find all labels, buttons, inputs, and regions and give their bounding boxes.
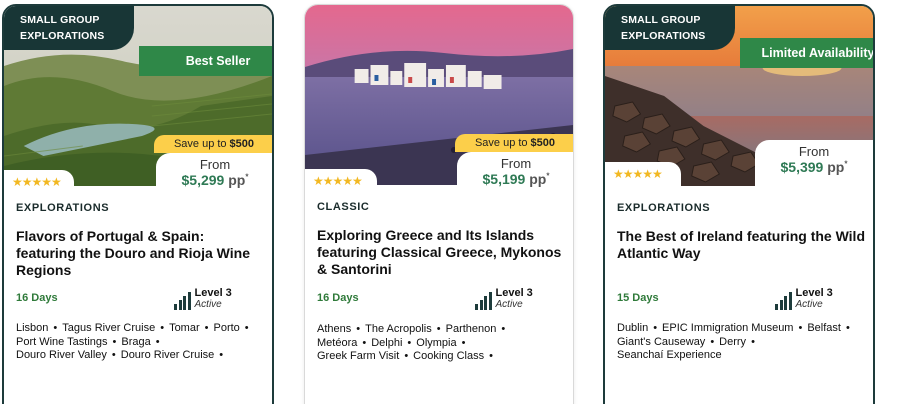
price-amount: $5,399 pp* xyxy=(755,159,873,175)
save-prefix: Save up to xyxy=(173,138,227,150)
price-footnote-mark: * xyxy=(844,159,848,169)
price-unit: pp xyxy=(529,171,547,187)
level-label: Level 3 xyxy=(495,287,533,299)
trip-duration: 16 Days xyxy=(317,292,359,304)
tour-card-greece[interactable]: Save up to $500 From $5,199 pp* ★★★★★ CLA… xyxy=(304,4,574,404)
price-box: From $5,199 pp* xyxy=(457,152,573,196)
stop-item: Giant's Causeway xyxy=(617,335,706,348)
trip-title[interactable]: Exploring Greece and Its Islands featuri… xyxy=(317,227,567,278)
save-amount: $500 xyxy=(229,138,255,150)
star-icon: ★★★★★ xyxy=(12,175,62,189)
trip-duration: 16 Days xyxy=(16,292,58,304)
stop-item: Metéora xyxy=(317,336,358,349)
stop-item: Braga xyxy=(121,335,151,348)
stop-item: Tagus River Cruise xyxy=(62,322,156,334)
small-group-badge: SMALL GROUP EXPLORATIONS xyxy=(605,6,735,50)
save-offer-tab: Save up to $500 xyxy=(455,134,573,152)
itinerary-stops: Dublin • EPIC Immigration Museum • Belfast • … xyxy=(617,322,850,361)
stop-item: Port Wine Tastings xyxy=(16,335,108,348)
price-amount: $5,199 pp* xyxy=(457,171,573,187)
signal-bars-icon xyxy=(174,290,191,310)
level-label: Level 3 xyxy=(795,287,833,299)
stop-item: Greek Farm Visit xyxy=(317,350,400,362)
ribbon-label: Limited Availability xyxy=(761,46,875,60)
stop-item: The Acropolis xyxy=(365,323,432,335)
stop-item: Lisbon xyxy=(16,322,49,334)
itinerary-stops: Athens • The Acropolis • Parthenon • Metéora •… xyxy=(317,323,506,362)
stop-item: Athens xyxy=(317,323,352,335)
price-amount: $5,299 pp* xyxy=(156,172,272,188)
price-unit: pp xyxy=(228,172,246,188)
save-prefix: Save up to xyxy=(474,137,528,149)
tour-card-portugal-spain[interactable]: SMALL GROUP EXPLORATIONS Best Seller Sav… xyxy=(2,4,274,404)
stop-item: Douro River Cruise xyxy=(120,349,215,361)
trip-category: EXPLORATIONS xyxy=(617,202,711,214)
level-label: Level 3 xyxy=(194,287,232,299)
activity-label: Active xyxy=(795,299,823,310)
stop-item: Douro River Valley xyxy=(16,349,107,361)
price-box: From $5,399 pp* xyxy=(755,140,873,186)
stop-item: Dublin xyxy=(617,322,649,334)
activity-level[interactable]: Level 3 Active xyxy=(174,288,232,310)
price-from-label: From xyxy=(798,144,830,159)
activity-level[interactable]: Level 3 Active xyxy=(475,288,533,310)
price-footnote-mark: * xyxy=(546,171,550,181)
activity-label: Active xyxy=(495,299,523,310)
stop-item: Olympia xyxy=(416,336,457,349)
stop-item: Delphi xyxy=(371,336,403,349)
badge-line-1: SMALL GROUP xyxy=(621,14,701,26)
ribbon-label: Best Seller xyxy=(185,54,251,68)
tour-card-row: SMALL GROUP EXPLORATIONS Best Seller Sav… xyxy=(0,0,900,404)
star-icon: ★★★★★ xyxy=(613,167,663,181)
stop-item: Belfast xyxy=(807,322,841,334)
limited-availability-ribbon: Limited Availability xyxy=(740,38,875,68)
signal-bars-icon xyxy=(475,290,492,310)
star-icon: ★★★★★ xyxy=(313,174,363,188)
price-value: $5,399 xyxy=(780,159,824,175)
star-rating: ★★★★★ xyxy=(4,170,74,194)
signal-bars-icon xyxy=(775,290,792,310)
stop-item: Porto xyxy=(213,322,240,334)
best-seller-ribbon: Best Seller xyxy=(139,46,272,76)
stop-item: Seanchaí Experience xyxy=(617,349,722,361)
stop-item: Tomar xyxy=(169,322,200,334)
trip-duration: 15 Days xyxy=(617,292,659,304)
stop-item: Cooking Class xyxy=(413,350,485,362)
stop-item: Derry xyxy=(719,335,747,348)
badge-line-1: SMALL GROUP xyxy=(20,14,100,26)
price-unit: pp xyxy=(827,159,845,175)
tour-card-ireland[interactable]: SMALL GROUP EXPLORATIONS Limited Availab… xyxy=(603,4,875,404)
trip-category: CLASSIC xyxy=(317,201,370,213)
stop-item: Parthenon xyxy=(445,323,497,335)
itinerary-stops: Lisbon • Tagus River Cruise • Tomar • Porto • P… xyxy=(16,322,249,361)
save-amount: $500 xyxy=(530,137,556,149)
stop-item: EPIC Immigration Museum xyxy=(662,322,794,334)
price-from-label: From xyxy=(500,156,532,171)
trip-title[interactable]: Flavors of Portugal & Spain: featuring t… xyxy=(16,228,266,279)
activity-level[interactable]: Level 3 Active xyxy=(775,288,833,310)
trip-title[interactable]: The Best of Ireland featuring the Wild A… xyxy=(617,228,867,262)
small-group-badge: SMALL GROUP EXPLORATIONS xyxy=(4,6,134,50)
price-box: From $5,299 pp* xyxy=(156,153,272,197)
price-footnote-mark: * xyxy=(245,172,249,182)
activity-label: Active xyxy=(194,299,222,310)
star-rating: ★★★★★ xyxy=(605,162,681,186)
price-value: $5,199 xyxy=(482,171,526,187)
badge-line-2: EXPLORATIONS xyxy=(20,30,105,42)
save-offer-tab: Save up to $500 xyxy=(154,135,272,153)
trip-category: EXPLORATIONS xyxy=(16,202,110,214)
star-rating: ★★★★★ xyxy=(305,169,377,193)
price-from-label: From xyxy=(199,157,231,172)
badge-line-2: EXPLORATIONS xyxy=(621,30,706,42)
price-value: $5,299 xyxy=(181,172,225,188)
